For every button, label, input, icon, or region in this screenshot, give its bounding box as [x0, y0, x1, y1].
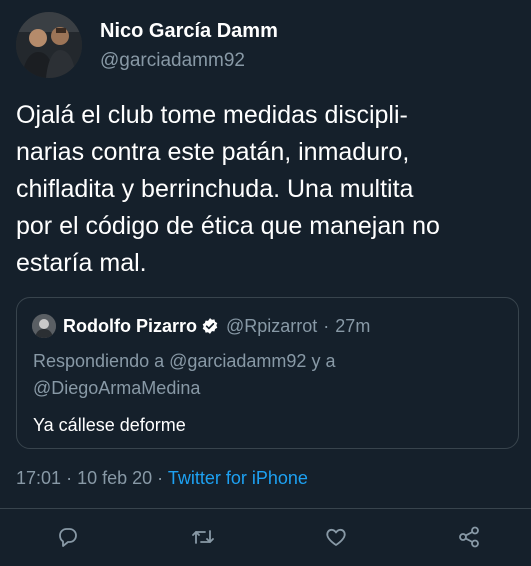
- replying-to-line: Respondiendo a @garciadamm92 y a: [33, 351, 336, 371]
- tweet-text-line: por el código de ética que manejan no: [16, 212, 440, 240]
- author-avatar[interactable]: [16, 12, 82, 78]
- quoted-author-display-name: Rodolfo Pizarro: [63, 315, 197, 336]
- share-icon: [457, 525, 481, 554]
- reply-icon: [56, 525, 80, 554]
- action-bar: [0, 525, 531, 553]
- quoted-tweet-text: Ya cállese deforme: [33, 415, 186, 435]
- quoted-author-handle: @Rpizarrot: [226, 315, 318, 336]
- quoted-tweet-header: Rodolfo Pizarro @Rpizarrot · 27m: [32, 314, 370, 338]
- verified-badge-icon: [201, 317, 219, 335]
- tweet-text-line: Ojalá el club tome medidas discipli-: [16, 101, 408, 129]
- tweet-text-line: narias contra este patán, inmaduro,: [16, 138, 410, 166]
- quoted-tweet[interactable]: Rodolfo Pizarro @Rpizarrot · 27m Respond…: [16, 297, 519, 449]
- retweet-button[interactable]: [189, 525, 217, 553]
- quoted-author-avatar: [32, 314, 56, 338]
- replying-to: Respondiendo a @garciadamm92 y a @DiegoA…: [33, 348, 503, 402]
- like-button[interactable]: [322, 525, 350, 553]
- tweet-time: 17:01: [16, 468, 62, 488]
- retweet-icon: [190, 525, 216, 554]
- quoted-timestamp: 27m: [335, 315, 371, 336]
- tweet-text-line: chifladita y berrinchuda. Una multita: [16, 175, 414, 203]
- divider: [0, 508, 531, 509]
- separator-dot: ·: [66, 468, 73, 488]
- tweet-header: Nico García Damm @garciadamm92: [16, 12, 278, 78]
- share-button[interactable]: [455, 525, 483, 553]
- replying-to-line: @DiegoArmaMedina: [33, 378, 201, 398]
- tweet-text-line: estaría mal.: [16, 249, 147, 277]
- author-display-name[interactable]: Nico García Damm: [100, 18, 278, 44]
- author-handle[interactable]: @garciadamm92: [100, 48, 278, 74]
- separator-dot: ·: [323, 315, 330, 336]
- separator-dot: ·: [157, 468, 164, 488]
- like-icon: [324, 525, 348, 554]
- reply-button[interactable]: [54, 525, 82, 553]
- tweet-source-link[interactable]: Twitter for iPhone: [168, 468, 308, 488]
- tweet-text: Ojalá el club tome medidas discipli- nar…: [16, 97, 521, 282]
- tweet-meta: 17:01 · 10 feb 20 · Twitter for iPhone: [16, 468, 308, 489]
- tweet-date: 10 feb 20: [77, 468, 153, 488]
